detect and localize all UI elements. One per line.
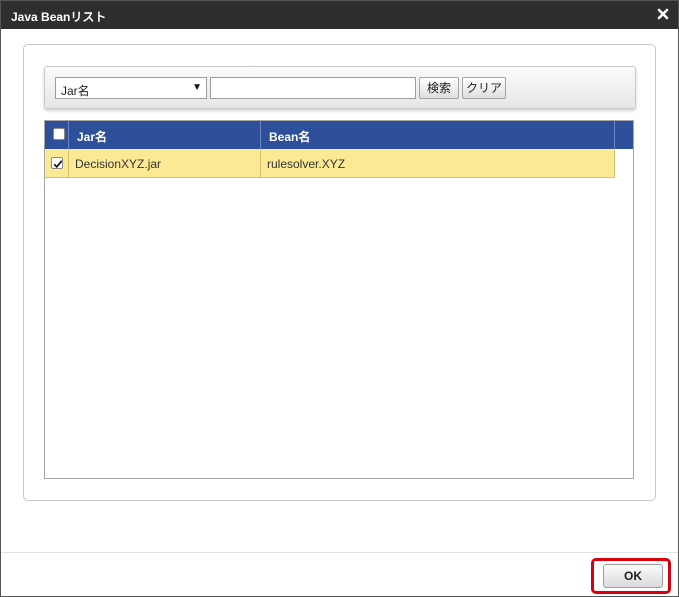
row-jar-name: DecisionXYZ.jar bbox=[75, 157, 162, 171]
row-checkbox[interactable] bbox=[51, 157, 63, 169]
checkmark-icon bbox=[53, 160, 63, 169]
column-header-jar[interactable]: Jar名 bbox=[69, 121, 261, 149]
dialog-titlebar: Java Beanリスト bbox=[1, 1, 678, 29]
header-scrollbar-spacer bbox=[615, 121, 633, 149]
java-bean-list-dialog: Java Beanリスト Jar名 ▼ 検索 クリア Jar名 Bean名 De… bbox=[0, 0, 679, 597]
dialog-title: Java Beanリスト bbox=[11, 10, 107, 24]
clear-button[interactable]: クリア bbox=[462, 77, 506, 99]
search-bar: Jar名 ▼ 検索 クリア bbox=[44, 66, 636, 109]
search-field-select-value: Jar名 bbox=[61, 84, 90, 98]
search-button[interactable]: 検索 bbox=[419, 77, 459, 99]
bean-list-grid: Jar名 Bean名 DecisionXYZ.jar rulesolver.XY… bbox=[44, 120, 634, 479]
search-field-select[interactable]: Jar名 ▼ bbox=[55, 77, 207, 99]
row-check-cell bbox=[45, 149, 69, 177]
dropdown-arrow-icon: ▼ bbox=[192, 82, 202, 93]
ok-button[interactable]: OK bbox=[603, 564, 663, 588]
row-jar-cell: DecisionXYZ.jar bbox=[69, 149, 261, 177]
row-bean-name: rulesolver.XYZ bbox=[267, 157, 346, 171]
column-header-bean[interactable]: Bean名 bbox=[261, 121, 615, 149]
header-select-all-cell bbox=[45, 121, 69, 149]
row-bean-cell: rulesolver.XYZ bbox=[261, 149, 615, 177]
grid-header: Jar名 Bean名 bbox=[45, 121, 633, 149]
select-all-checkbox[interactable] bbox=[53, 128, 65, 140]
column-header-jar-label: Jar名 bbox=[77, 130, 108, 144]
content-panel: Jar名 ▼ 検索 クリア Jar名 Bean名 DecisionXYZ.jar… bbox=[23, 44, 656, 501]
close-icon[interactable] bbox=[656, 7, 670, 21]
search-input[interactable] bbox=[210, 77, 416, 99]
column-header-bean-label: Bean名 bbox=[269, 130, 311, 144]
footer-divider bbox=[1, 552, 678, 553]
table-row[interactable]: DecisionXYZ.jar rulesolver.XYZ bbox=[45, 149, 615, 178]
